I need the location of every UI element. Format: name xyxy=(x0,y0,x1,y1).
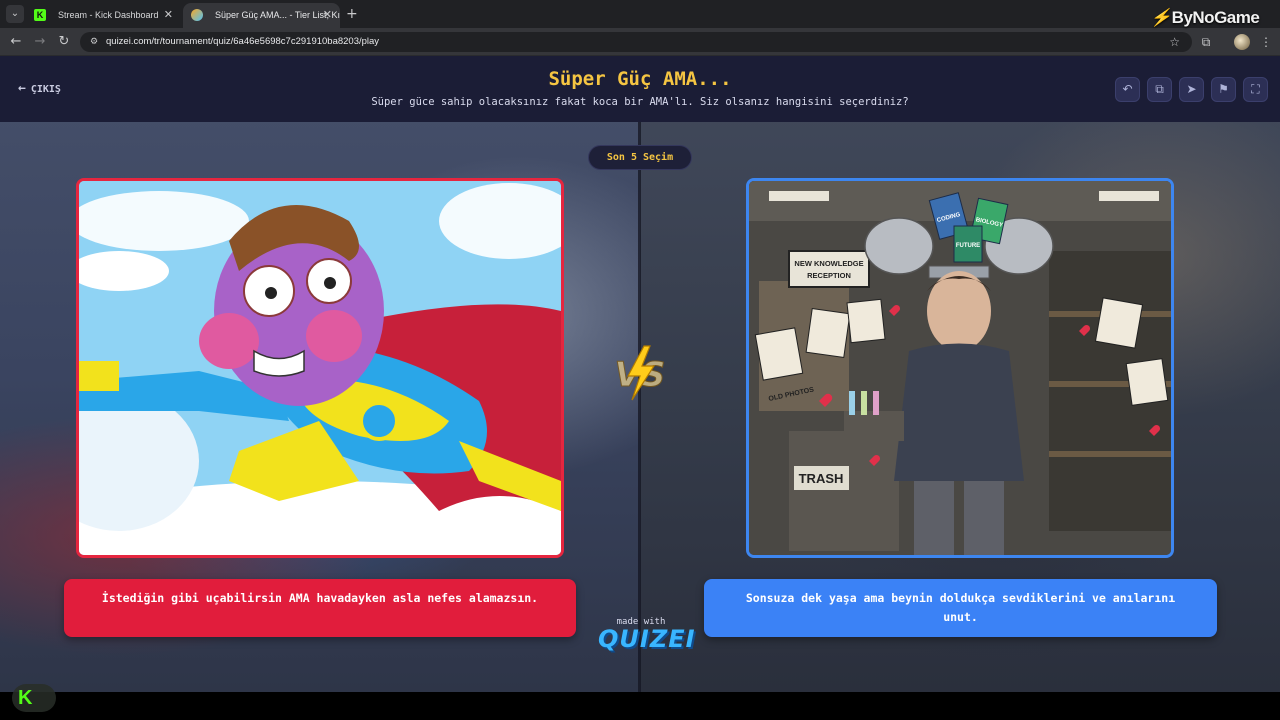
book-label-future: FUTURE xyxy=(956,243,980,249)
kick-favicon-icon: K xyxy=(34,9,46,21)
page-subtitle: Süper güce sahip olacaksınız fakat koca … xyxy=(371,96,909,108)
forgetful-man-illustration: TRASH NEW KNOWLEDGE RECEPTION OLD PHOTOS xyxy=(749,181,1171,555)
new-tab-icon[interactable]: + xyxy=(346,5,358,23)
browser-tab-quizei[interactable]: Süper Güç AMA... - Tier List, Kı ✕ xyxy=(183,3,340,28)
svg-text:RECEPTION: RECEPTION xyxy=(807,271,851,280)
tab-search-icon[interactable]: ⌄ xyxy=(6,5,24,23)
quizei-favicon-icon xyxy=(191,9,203,21)
site-info-icon[interactable]: ⚙ xyxy=(88,36,100,48)
page-title: Süper Güç AMA... xyxy=(548,68,732,90)
svg-text:NEW KNOWLEDGE: NEW KNOWLEDGE xyxy=(794,259,863,268)
option-right-button[interactable]: Sonsuza dek yaşa ama beynin doldukça sev… xyxy=(704,579,1217,637)
stream-watermark: ⚡ByNoGame xyxy=(1150,8,1260,28)
made-with-quizei[interactable]: made with QUIZEI xyxy=(598,617,696,653)
flying-hero-illustration xyxy=(79,181,561,555)
reload-icon[interactable]: ↻ xyxy=(56,34,72,50)
close-tab-icon[interactable]: ✕ xyxy=(323,3,332,28)
avatar[interactable] xyxy=(1234,34,1250,50)
send-button[interactable]: ➤ xyxy=(1179,77,1204,102)
bynogame-logo-icon: ⚡ xyxy=(1150,8,1171,27)
quiz-header: ← ÇIKIŞ Süper Güç AMA... Süper güce sahip… xyxy=(0,56,1280,122)
share-icon: ⧉ xyxy=(1155,82,1164,96)
flag-icon: ⚑ xyxy=(1218,82,1229,96)
back-icon[interactable]: ← xyxy=(8,34,24,50)
share-button[interactable]: ⧉ xyxy=(1147,77,1172,102)
last-choices-button[interactable]: Son 5 Seçim xyxy=(588,145,692,170)
menu-kebab-icon[interactable]: ⋮ xyxy=(1258,34,1274,50)
address-bar[interactable]: ⚙ quizei.com/tr/tournament/quiz/6a46e569… xyxy=(80,32,1192,52)
arrow-left-icon: ← xyxy=(18,81,26,96)
option-right-image[interactable]: TRASH NEW KNOWLEDGE RECEPTION OLD PHOTOS xyxy=(746,178,1174,558)
exit-label: ÇIKIŞ xyxy=(30,84,61,95)
quiz-page: ← ÇIKIŞ Süper Güç AMA... Süper güce sahip… xyxy=(0,56,1280,692)
vs-badge: VS xyxy=(604,342,676,404)
exit-button[interactable]: ← ÇIKIŞ xyxy=(18,81,61,97)
browser-tab-kick[interactable]: K Stream - Kick Dashboard ✕ xyxy=(26,3,181,28)
browser-toolbar: ← → ↻ ⚙ quizei.com/tr/tournament/quiz/6a… xyxy=(0,28,1280,56)
extensions-icon[interactable]: ⧉ xyxy=(1198,34,1214,50)
send-icon: ➤ xyxy=(1186,82,1197,96)
fullscreen-button[interactable]: ⛶ xyxy=(1243,77,1268,102)
tab-title: Süper Güç AMA... - Tier List, Kı xyxy=(215,10,340,20)
fullscreen-icon: ⛶ xyxy=(1251,82,1260,96)
bottom-black-bar xyxy=(0,692,1280,720)
browser-tab-bar: ⌄ K Stream - Kick Dashboard ✕ Süper Güç … xyxy=(0,0,1280,28)
url-text: quizei.com/tr/tournament/quiz/6a46e5698c… xyxy=(106,36,380,47)
center-divider xyxy=(638,122,641,692)
trash-sign: TRASH xyxy=(799,471,844,486)
undo-icon: ↶ xyxy=(1122,82,1133,96)
lightning-vs-icon: VS xyxy=(614,345,666,401)
bookmark-star-icon[interactable]: ☆ xyxy=(1169,32,1180,52)
close-tab-icon[interactable]: ✕ xyxy=(164,3,173,28)
kick-logo-icon: K xyxy=(18,687,33,709)
watermark-text: ByNoGame xyxy=(1171,8,1260,27)
option-left-image[interactable] xyxy=(76,178,564,558)
option-left-button[interactable]: İstediğin gibi uçabilirsin AMA havadayke… xyxy=(64,579,576,637)
kick-overlay-badge: K xyxy=(12,684,56,712)
tab-title: Stream - Kick Dashboard xyxy=(58,10,159,20)
report-button[interactable]: ⚑ xyxy=(1211,77,1236,102)
forward-icon[interactable]: → xyxy=(32,34,48,50)
quizei-logo: QUIZEI xyxy=(598,625,696,653)
undo-button[interactable]: ↶ xyxy=(1115,77,1140,102)
